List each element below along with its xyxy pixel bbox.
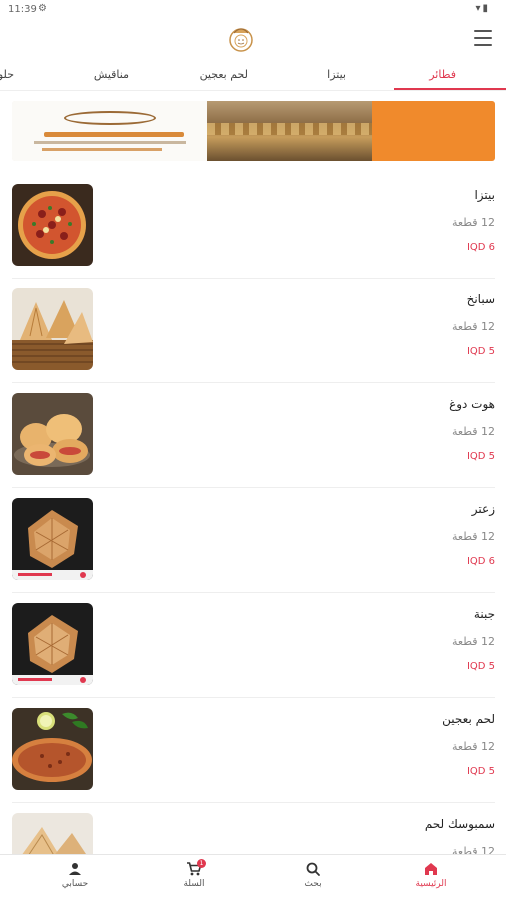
promo-banner[interactable] (12, 101, 495, 161)
list-item[interactable]: سبانخ 12 قطعة IQD 5 (12, 279, 495, 383)
product-price: IQD 5 (466, 346, 495, 357)
hot-dog-rolls-image (12, 393, 93, 475)
settings-gear-icon: ⚙ (38, 3, 47, 14)
search-icon (306, 862, 320, 876)
tab-lahm-bi-ajeen[interactable]: لحم بعجين (200, 68, 248, 81)
product-price: IQD 6 (466, 242, 495, 253)
cart-count-badge: 1 (197, 859, 206, 868)
list-item[interactable]: لحم بعجين 12 قطعة IQD 5 (12, 699, 495, 803)
list-item[interactable]: جبنة 12 قطعة IQD 5 (12, 594, 495, 698)
list-item[interactable]: زعتر 12 قطعة IQD 6 (12, 489, 495, 593)
category-tabs: فطائر بيتزا لحم بعجين مناقيش حلو (0, 60, 506, 91)
nav-home-label: الرئيسية (415, 879, 447, 889)
lahm-bi-ajeen-image (12, 708, 93, 790)
product-name: زعتر (471, 502, 495, 516)
product-name: سبانخ (466, 292, 495, 306)
nav-home[interactable]: الرئيسية (391, 859, 471, 899)
product-price: IQD 5 (466, 451, 495, 462)
product-price: IQD 6 (466, 556, 495, 567)
home-icon (425, 863, 437, 875)
product-quantity: 12 قطعة (452, 216, 495, 229)
active-tab-indicator (394, 88, 506, 90)
list-item[interactable]: هوت دوغ 12 قطعة IQD 5 (12, 384, 495, 488)
bakery-logo-icon (229, 28, 253, 52)
nav-cart-label: السلة (183, 879, 205, 889)
nav-account-label: حسابي (61, 879, 89, 889)
product-quantity: 12 قطعة (452, 530, 495, 543)
status-time: 11:39 (8, 4, 37, 15)
tab-pizza[interactable]: بيتزا (327, 68, 346, 81)
product-name: جبنة (473, 607, 495, 621)
app-header (0, 20, 506, 60)
wifi-battery-icons: ▾▮ (475, 3, 490, 14)
product-quantity: 12 قطعة (452, 320, 495, 333)
hamburger-menu-icon[interactable] (474, 30, 492, 46)
pizza-image (12, 184, 93, 266)
cheese-pastry-image (12, 603, 93, 685)
product-name: بيتزا (474, 188, 495, 202)
person-icon (69, 863, 81, 875)
status-bar: 11:39 ⚙ ▾▮ (0, 0, 506, 20)
product-price: IQD 5 (466, 661, 495, 672)
tab-fatayer[interactable]: فطائر (429, 68, 456, 81)
spinach-pies-image (12, 288, 93, 370)
nav-cart[interactable]: 1 السلة (154, 859, 234, 899)
tab-sweets[interactable]: حلو (0, 68, 14, 81)
product-quantity: 12 قطعة (452, 425, 495, 438)
product-name: سمبوسك لحم (424, 817, 495, 831)
nav-search[interactable]: بحث (273, 859, 353, 899)
bottom-navigation: الرئيسية بحث 1 السلة حسابي (0, 854, 506, 900)
product-name: لحم بعجين (442, 712, 495, 726)
nav-search-label: بحث (304, 879, 322, 889)
list-item[interactable]: بيتزا 12 قطعة IQD 6 (12, 175, 495, 279)
zaatar-pastry-image (12, 498, 93, 580)
product-quantity: 12 قطعة (452, 740, 495, 753)
product-quantity: 12 قطعة (452, 635, 495, 648)
tab-manakish[interactable]: مناقيش (94, 68, 129, 81)
nav-account[interactable]: حسابي (35, 859, 115, 899)
product-price: IQD 5 (466, 766, 495, 777)
product-name: هوت دوغ (449, 397, 495, 411)
